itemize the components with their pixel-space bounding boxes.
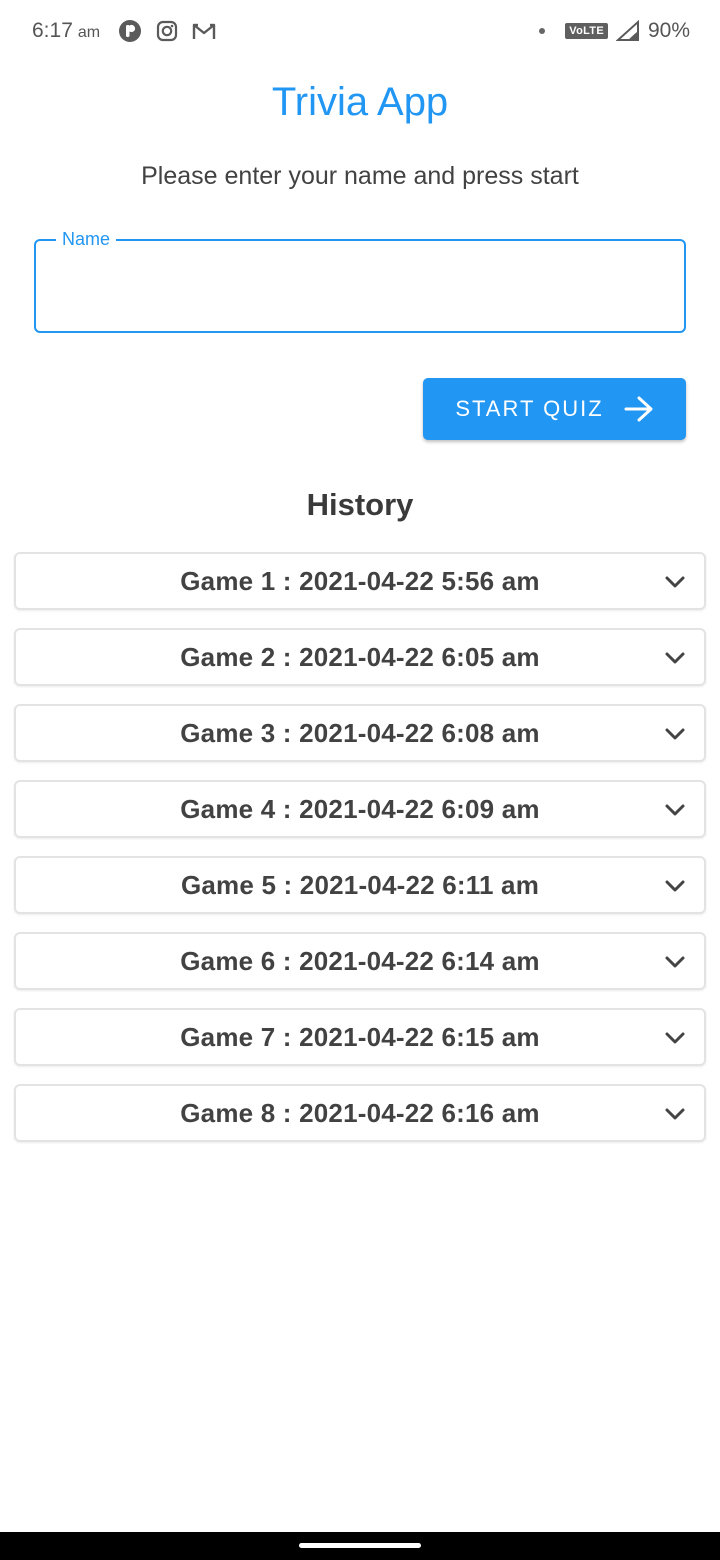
chevron-down-icon xyxy=(664,571,686,593)
history-item-game-5[interactable]: Game 5 : 2021-04-22 6:11 am xyxy=(14,856,706,914)
history-item-label: Game 1 : 2021-04-22 5:56 am xyxy=(180,565,540,596)
arrow-right-icon xyxy=(624,396,654,422)
history-item-label: Game 3 : 2021-04-22 6:08 am xyxy=(180,717,540,748)
status-left: 6:17 am xyxy=(32,19,216,43)
system-nav-bar xyxy=(0,1532,720,1560)
chevron-down-icon xyxy=(664,951,686,973)
history-item-game-6[interactable]: Game 6 : 2021-04-22 6:14 am xyxy=(14,932,706,990)
history-item-game-2[interactable]: Game 2 : 2021-04-22 6:05 am xyxy=(14,628,706,686)
chevron-down-icon xyxy=(664,1027,686,1049)
history-title: History xyxy=(306,487,414,522)
history-item-label: Game 8 : 2021-04-22 6:16 am xyxy=(180,1097,540,1128)
gmail-icon xyxy=(192,21,216,41)
podcast-icon xyxy=(118,19,142,43)
notification-dot xyxy=(539,28,546,34)
status-ampm: am xyxy=(77,24,101,41)
history-item-label: Game 4 : 2021-04-22 6:09 am xyxy=(180,793,540,824)
history-item-label: Game 5 : 2021-04-22 6:11 am xyxy=(180,869,540,900)
history-item-label: Game 6 : 2021-04-22 6:14 am xyxy=(180,945,540,976)
history-item-game-3[interactable]: Game 3 : 2021-04-22 6:08 am xyxy=(14,704,706,762)
chevron-down-icon xyxy=(664,799,686,821)
history-item-label: Game 2 : 2021-04-22 6:05 am xyxy=(180,641,540,672)
chevron-down-icon xyxy=(664,723,686,745)
status-bar: 6:17 am VoLTE 90% xyxy=(0,0,720,62)
page-title: Trivia App xyxy=(271,80,449,124)
name-input[interactable] xyxy=(56,271,656,311)
instagram-icon xyxy=(156,20,178,42)
history-item-game-8[interactable]: Game 8 : 2021-04-22 6:16 am xyxy=(14,1084,706,1142)
volte-badge: VoLTE xyxy=(565,23,608,39)
name-field[interactable]: Name xyxy=(34,228,686,333)
battery-level: 90% xyxy=(647,19,690,42)
chevron-down-icon xyxy=(664,875,686,897)
history-item-label: Game 7 : 2021-04-22 6:15 am xyxy=(180,1021,540,1052)
chevron-down-icon xyxy=(664,647,686,669)
history-item-game-1[interactable]: Game 1 : 2021-04-22 5:56 am xyxy=(14,552,706,610)
start-quiz-label: START QUIZ xyxy=(455,396,604,421)
signal-icon xyxy=(615,20,640,42)
status-right: VoLTE 90% xyxy=(539,19,690,43)
name-field-label: Name xyxy=(56,228,117,250)
history-item-game-4[interactable]: Game 4 : 2021-04-22 6:09 am xyxy=(14,780,706,838)
history-list: Game 1 : 2021-04-22 5:56 am Game 2 : 202… xyxy=(14,552,706,1160)
home-gesture-handle[interactable] xyxy=(299,1543,421,1548)
page-subtitle: Please enter your name and press start xyxy=(141,162,579,190)
chevron-down-icon xyxy=(664,1103,686,1125)
trivia-screen: 6:17 am VoLTE 90% Trivia App Please ente… xyxy=(0,0,720,1560)
history-item-game-7[interactable]: Game 7 : 2021-04-22 6:15 am xyxy=(14,1008,706,1066)
start-quiz-button[interactable]: START QUIZ xyxy=(423,378,686,440)
status-time: 6:17 xyxy=(32,19,73,42)
